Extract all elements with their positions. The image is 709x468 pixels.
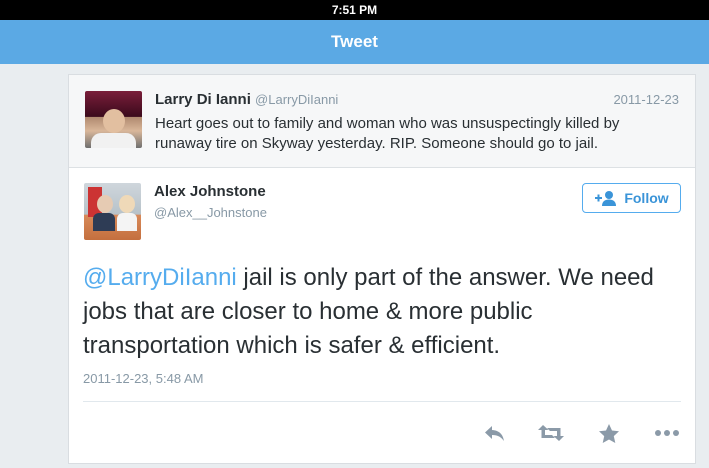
status-time: 7:51 PM bbox=[331, 3, 378, 17]
in-reply-to-tweet[interactable]: Larry Di Ianni @LarryDiIanni 2011-12-23 … bbox=[69, 75, 695, 168]
tweet-text: @LarryDiIanni jail is only part of the a… bbox=[83, 261, 683, 363]
reply-text: Heart goes out to family and woman who w… bbox=[155, 115, 620, 152]
tweet-author-name[interactable]: Alex Johnstone bbox=[154, 183, 266, 200]
page-title: Tweet bbox=[331, 32, 378, 51]
mention-link[interactable]: @LarryDiIanni bbox=[83, 264, 237, 291]
avatar[interactable] bbox=[85, 91, 142, 148]
status-bar: 7:51 PM bbox=[0, 0, 709, 20]
add-user-icon bbox=[595, 191, 617, 206]
reply-date: 2011-12-23 bbox=[613, 92, 679, 107]
more-button[interactable] bbox=[653, 423, 681, 443]
retweet-button[interactable] bbox=[537, 423, 565, 443]
reply-button[interactable] bbox=[481, 423, 509, 443]
tweet-author-handle[interactable]: @Alex__Johnstone bbox=[154, 205, 267, 220]
reply-icon bbox=[485, 426, 504, 441]
nav-bar: Tweet bbox=[0, 20, 709, 64]
follow-label: Follow bbox=[624, 190, 669, 206]
retweet-icon bbox=[538, 425, 564, 441]
author-display-name: Larry Di Ianni bbox=[155, 91, 251, 108]
follow-button[interactable]: Follow bbox=[582, 183, 681, 213]
favorite-button[interactable] bbox=[595, 423, 623, 443]
avatar[interactable] bbox=[84, 183, 141, 240]
favorite-icon bbox=[599, 424, 619, 443]
author-handle: @LarryDiIanni bbox=[255, 92, 339, 107]
more-icon bbox=[655, 430, 679, 436]
tweet-card: Larry Di Ianni @LarryDiIanni 2011-12-23 … bbox=[68, 74, 696, 464]
author-name[interactable]: Larry Di Ianni @LarryDiIanni bbox=[155, 91, 338, 108]
divider bbox=[83, 401, 681, 402]
tweet-timestamp[interactable]: 2011-12-23, 5:48 AM bbox=[83, 371, 203, 386]
